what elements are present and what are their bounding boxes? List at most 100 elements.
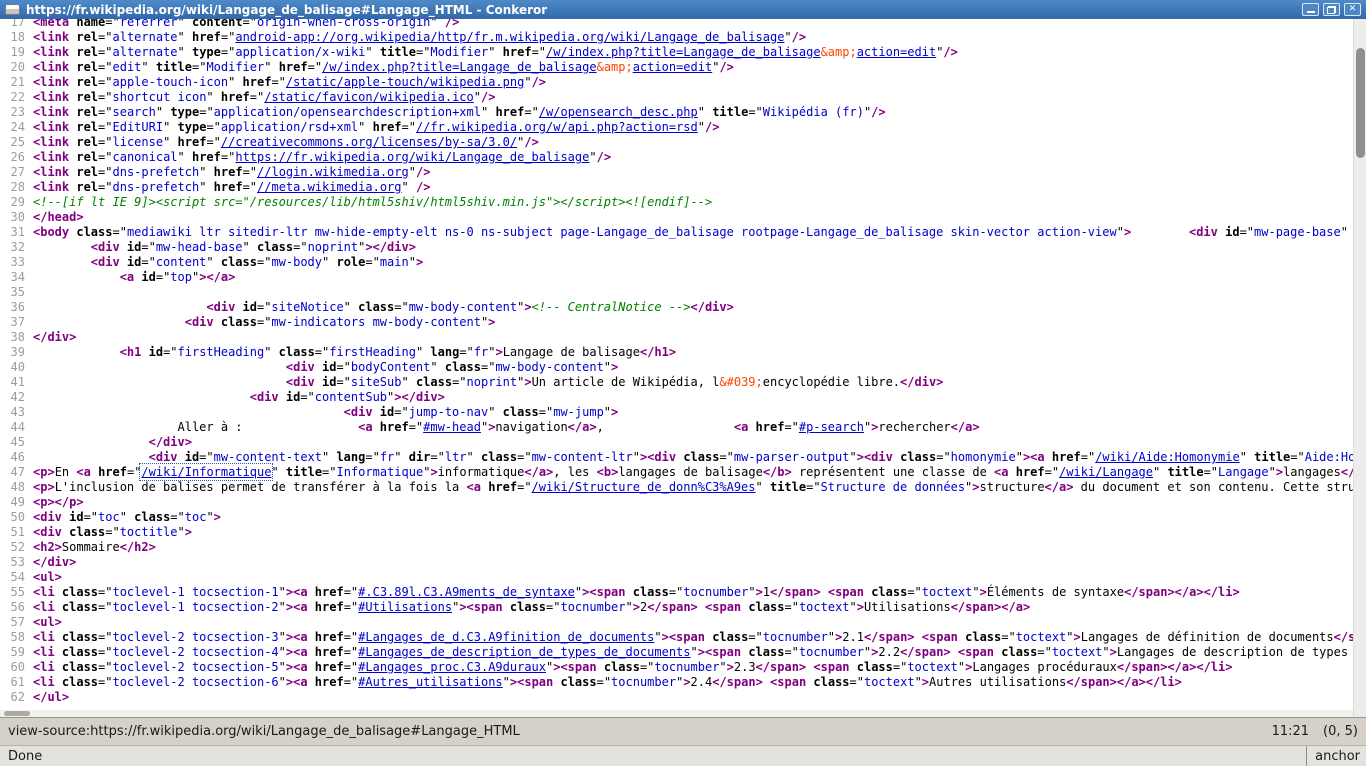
source-token: ": [206, 510, 213, 524]
source-token: >: [683, 675, 690, 689]
source-link[interactable]: /static/favicon/wikipedia.ico: [264, 90, 474, 104]
line-number: 52: [0, 540, 33, 555]
horizontal-scrollbar-thumb[interactable]: [4, 711, 30, 716]
minibuffer-status: Done: [8, 749, 42, 764]
source-token: />: [445, 19, 459, 29]
source-token: ": [589, 150, 596, 164]
source-token: =": [105, 19, 119, 29]
source-link[interactable]: #Utilisations: [358, 600, 452, 614]
titlebar[interactable]: https://fr.wikipedia.org/wiki/Langage_de…: [0, 0, 1366, 19]
source-token: />: [792, 30, 806, 44]
line-number: 33: [0, 255, 33, 270]
source-token: ": [409, 255, 416, 269]
source-token: <meta: [33, 19, 76, 29]
source-token: ": [626, 600, 633, 614]
source-token: ": [163, 120, 177, 134]
close-button[interactable]: ✕: [1344, 3, 1361, 16]
source-link[interactable]: /w/index.php?title=Langage_de_balisage: [322, 60, 597, 74]
source-link[interactable]: /wiki/Aide:Homonymie: [1095, 450, 1240, 464]
source-link[interactable]: #Langages_proc.C3.A9duraux: [358, 660, 546, 674]
source-line-54: 54<ul>: [0, 570, 1353, 585]
restore-button[interactable]: [1323, 3, 1340, 16]
source-token: canonical: [113, 150, 178, 164]
source-link[interactable]: /wiki/Langage: [1059, 465, 1153, 479]
source-token: <link: [33, 180, 76, 194]
line-number: 25: [0, 135, 33, 150]
source-token: class: [510, 600, 546, 614]
source-token: =": [409, 420, 423, 434]
source-link[interactable]: //login.wikimedia.org: [257, 165, 409, 179]
line-number: 41: [0, 375, 33, 390]
source-line-53: 53</div>: [0, 555, 1353, 570]
modeline: view-source:https://fr.wikipedia.org/wik…: [0, 717, 1366, 745]
source-link[interactable]: /w/opensearch_desc.php: [539, 105, 698, 119]
source-link[interactable]: action=edit: [633, 60, 712, 74]
source-link[interactable]: action=edit: [857, 45, 936, 59]
source-token: ></a>: [199, 270, 235, 284]
vertical-scrollbar[interactable]: [1353, 19, 1366, 717]
source-token: href: [279, 60, 308, 74]
source-link[interactable]: #.C3.89l.C3.A9ments_de_syntaxe: [358, 585, 575, 599]
source-link[interactable]: /w/index.php?title=Langage_de_balisage: [546, 45, 821, 59]
source-token: [33, 345, 120, 359]
source-token: =": [784, 645, 798, 659]
minibuffer[interactable]: Done anchor: [0, 745, 1366, 766]
source-token: =": [98, 120, 112, 134]
source-link[interactable]: #Langages_de_d.C3.A9finition_de_document…: [358, 630, 654, 644]
source-token: ": [1341, 225, 1353, 239]
source-link[interactable]: #mw-head: [423, 420, 481, 434]
source-link[interactable]: //creativecommons.org/licenses/by-sa/3.0…: [221, 135, 517, 149]
source-token: class: [62, 645, 98, 659]
line-number: 62: [0, 690, 33, 705]
source-token: </span></a>: [951, 600, 1030, 614]
source-token: =": [597, 675, 611, 689]
source-token: edit: [113, 60, 142, 74]
line-number: 29: [0, 195, 33, 210]
source-token: <link: [33, 135, 76, 149]
source-link[interactable]: /wiki/Structure_de_donn%C3%A9es: [532, 480, 756, 494]
source-token: =": [322, 465, 336, 479]
source-line-50: 50<div id="toc" class="toc">: [0, 510, 1353, 525]
horizontal-scrollbar[interactable]: [0, 710, 1353, 717]
source-token: <link: [33, 105, 76, 119]
source-token: <div: [344, 405, 380, 419]
source-viewport[interactable]: 17<meta name="referrer" content="origin-…: [0, 19, 1353, 717]
source-token: href: [192, 30, 221, 44]
source-line-38: 38</div>: [0, 330, 1353, 345]
source-token: représentent une classe de: [792, 465, 994, 479]
source-token: =": [1045, 465, 1059, 479]
source-link[interactable]: /static/apple-touch/wikipedia.png: [286, 75, 524, 89]
source-token: firstHeading: [329, 345, 416, 359]
source-token: =": [308, 60, 322, 74]
source-link[interactable]: #Langages_de_description_de_types_de_doc…: [358, 645, 690, 659]
source-token: ><span: [510, 675, 561, 689]
focused-source-link[interactable]: /wiki/Informatique: [141, 465, 271, 479]
source-token: ><a: [286, 645, 315, 659]
source-token: class: [900, 450, 936, 464]
source-token: mw-indicators mw-body-content: [271, 315, 481, 329]
source-link[interactable]: android-app://org.wikipedia/http/fr.m.wi…: [235, 30, 784, 44]
source-token: =": [394, 300, 408, 314]
source-token: ": [691, 645, 698, 659]
source-link[interactable]: //meta.wikimedia.org: [257, 180, 402, 194]
source-token: 2.1: [842, 630, 864, 644]
source-token: Sommaire: [62, 540, 120, 554]
source-link[interactable]: #p-search: [799, 420, 864, 434]
source-token: lang: [336, 450, 365, 464]
minimize-button[interactable]: [1302, 3, 1319, 16]
source-token: content: [156, 255, 207, 269]
source-link[interactable]: //fr.wikipedia.org/w/api.php?action=rsd: [416, 120, 698, 134]
source-token: [33, 450, 149, 464]
source-token: ": [279, 600, 286, 614]
source-token: ": [748, 585, 755, 599]
source-link[interactable]: https://fr.wikipedia.org/wiki/Langage_de…: [235, 150, 589, 164]
source-token: href: [214, 180, 243, 194]
source-token: />: [416, 165, 430, 179]
vertical-scrollbar-thumb[interactable]: [1356, 48, 1365, 158]
source-token: <link: [33, 165, 76, 179]
source-token: rel: [76, 90, 98, 104]
source-token: EditURI: [113, 120, 164, 134]
source-link[interactable]: #Autres_utilisations: [358, 675, 503, 689]
line-number: 28: [0, 180, 33, 195]
source-token: =": [300, 390, 314, 404]
